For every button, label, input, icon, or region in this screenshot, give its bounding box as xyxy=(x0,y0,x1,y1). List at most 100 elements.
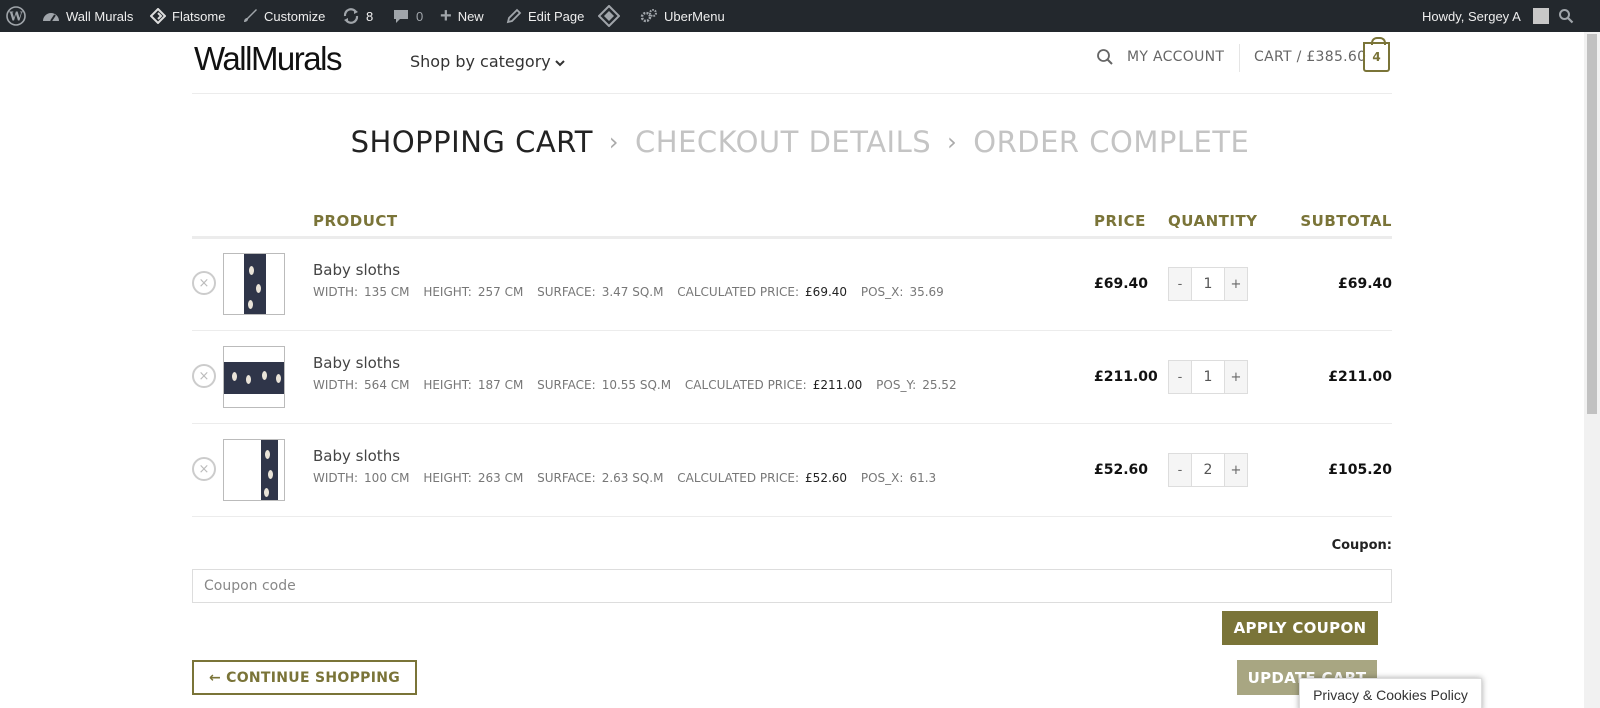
remove-item-button[interactable]: × xyxy=(192,271,216,295)
surface-label: SURFACE: xyxy=(537,378,596,392)
quantity-minus-button[interactable]: - xyxy=(1169,361,1191,393)
pos-label: POS_X: xyxy=(860,471,904,485)
remove-item-button[interactable]: × xyxy=(192,364,216,388)
admin-new-link[interactable]: + New xyxy=(440,0,484,32)
item-subtotal: £69.40 xyxy=(1337,276,1392,292)
privacy-cookies-policy-button[interactable]: Privacy & Cookies Policy xyxy=(1299,678,1482,708)
header-divider xyxy=(1239,44,1240,72)
surface-value: 3.47 SQ.M xyxy=(601,285,664,299)
product-name-link[interactable]: Baby sloths xyxy=(313,261,400,279)
step-checkout-details[interactable]: CHECKOUT DETAILS xyxy=(635,125,931,159)
gears-icon xyxy=(640,8,658,24)
my-account-link[interactable]: MY ACCOUNT xyxy=(1127,49,1224,65)
diamond-icon xyxy=(598,5,620,27)
admin-theme-link[interactable]: Flatsome xyxy=(150,0,225,32)
quantity-stepper: - 1 + xyxy=(1168,360,1248,394)
admin-diamond-link[interactable] xyxy=(598,0,620,32)
admin-comments-link[interactable]: 0 xyxy=(392,0,423,32)
product-meta: WIDTH: 135 CM HEIGHT: 257 CM SURFACE: 3.47 … xyxy=(313,285,954,299)
quantity-plus-button[interactable]: + xyxy=(1225,454,1247,486)
product-thumbnail[interactable] xyxy=(223,439,285,501)
updates-count: 8 xyxy=(366,8,374,24)
product-meta: WIDTH: 100 CM HEIGHT: 263 CM SURFACE: 2.63 … xyxy=(313,471,946,485)
header-subtotal: SUBTOTAL xyxy=(1300,212,1392,230)
product-meta: WIDTH: 564 CM HEIGHT: 187 CM SURFACE: 10.55… xyxy=(313,378,967,392)
quantity-minus-button[interactable]: - xyxy=(1169,268,1191,300)
svg-text:W: W xyxy=(8,10,23,24)
calculated-price-value: £69.40 xyxy=(805,285,848,299)
width-label: WIDTH: xyxy=(313,285,359,299)
height-value: 263 CM xyxy=(477,471,524,485)
product-name-link[interactable]: Baby sloths xyxy=(313,447,400,465)
chevron-right-icon: › xyxy=(608,128,620,156)
continue-shopping-button[interactable]: ← CONTINUE SHOPPING xyxy=(192,660,417,695)
scrollbar-thumb[interactable] xyxy=(1587,34,1597,414)
surface-label: SURFACE: xyxy=(537,285,596,299)
item-price: £69.40 xyxy=(1094,276,1149,292)
new-label: New xyxy=(457,8,484,24)
calculated-price-label: CALCULATED PRICE: xyxy=(677,471,800,485)
admin-ubermenu-link[interactable]: UberMenu xyxy=(640,0,725,32)
height-label: HEIGHT: xyxy=(423,471,472,485)
header-divider-line xyxy=(192,93,1392,94)
height-value: 187 CM xyxy=(477,378,524,392)
height-label: HEIGHT: xyxy=(423,285,472,299)
theme-label: Flatsome xyxy=(172,8,226,24)
wordpress-logo-icon[interactable]: W xyxy=(6,0,26,32)
admin-site-name[interactable]: Wall Murals xyxy=(42,0,133,32)
admin-edit-page-link[interactable]: Edit Page xyxy=(506,0,584,32)
admin-search-icon[interactable] xyxy=(1558,0,1574,32)
cart-count-badge[interactable]: 4 xyxy=(1363,37,1390,72)
quantity-input[interactable]: 2 xyxy=(1191,454,1225,486)
apply-coupon-button[interactable]: APPLY COUPON xyxy=(1222,611,1378,645)
comments-count: 0 xyxy=(416,8,424,24)
plus-icon: + xyxy=(440,4,452,27)
site-logo[interactable]: WallMurals xyxy=(194,40,342,78)
admin-bar: W Wall Murals Flatsome Customize 8 0 + N… xyxy=(0,0,1600,32)
product-thumbnail[interactable] xyxy=(223,346,285,408)
step-shopping-cart[interactable]: SHOPPING CART xyxy=(351,125,593,159)
row-divider xyxy=(192,330,1392,331)
checkout-steps: SHOPPING CART › CHECKOUT DETAILS › ORDER… xyxy=(0,125,1600,159)
product-thumbnail[interactable] xyxy=(223,253,285,315)
shop-by-category-menu[interactable]: Shop by category xyxy=(410,52,565,71)
admin-updates-link[interactable]: 8 xyxy=(342,0,373,32)
height-value: 257 CM xyxy=(477,285,524,299)
howdy-label: Howdy, Sergey A xyxy=(1422,8,1521,24)
item-price: £52.60 xyxy=(1094,462,1149,478)
header-search-icon[interactable] xyxy=(1096,48,1114,70)
admin-customize-link[interactable]: Customize xyxy=(242,0,325,32)
width-label: WIDTH: xyxy=(313,378,359,392)
coupon-code-input[interactable]: Coupon code xyxy=(192,569,1392,603)
product-name-link[interactable]: Baby sloths xyxy=(313,354,400,372)
flatsome-icon xyxy=(150,8,166,24)
row-divider xyxy=(192,516,1392,517)
comments-icon xyxy=(392,8,410,24)
quantity-stepper: - 2 + xyxy=(1168,453,1248,487)
quantity-plus-button[interactable]: + xyxy=(1225,361,1247,393)
quantity-minus-button[interactable]: - xyxy=(1169,454,1191,486)
calculated-price-value: £211.00 xyxy=(812,378,863,392)
chevron-right-icon: › xyxy=(947,128,958,156)
ubermenu-label: UberMenu xyxy=(664,8,725,24)
customize-label: Customize xyxy=(264,8,326,24)
quantity-input[interactable]: 1 xyxy=(1191,268,1225,300)
admin-account-menu[interactable]: Howdy, Sergey A xyxy=(1422,0,1549,32)
item-subtotal: £211.00 xyxy=(1328,369,1392,385)
chevron-down-icon xyxy=(555,52,565,71)
item-subtotal: £105.20 xyxy=(1328,462,1392,478)
quantity-plus-button[interactable]: + xyxy=(1225,268,1247,300)
remove-item-button[interactable]: × xyxy=(192,457,216,481)
cart-link[interactable]: CART / £385.60 xyxy=(1254,49,1366,65)
pos-label: POS_Y: xyxy=(876,378,917,392)
page-scrollbar[interactable] xyxy=(1584,32,1600,708)
brush-icon xyxy=(242,8,258,24)
height-label: HEIGHT: xyxy=(423,378,472,392)
edit-page-label: Edit Page xyxy=(528,8,585,24)
item-price: £211.00 xyxy=(1094,369,1158,385)
avatar xyxy=(1532,8,1549,24)
quantity-input[interactable]: 1 xyxy=(1191,361,1225,393)
step-order-complete: ORDER COMPLETE xyxy=(973,125,1250,159)
surface-value: 2.63 SQ.M xyxy=(601,471,664,485)
width-label: WIDTH: xyxy=(313,471,359,485)
